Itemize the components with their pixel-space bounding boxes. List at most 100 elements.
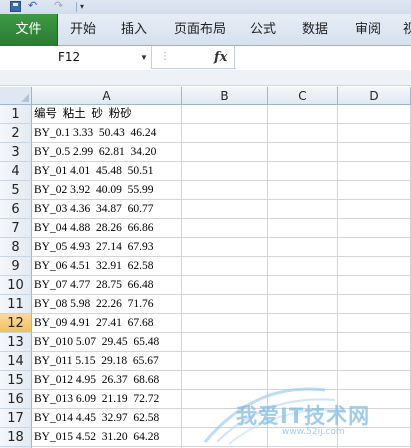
cell-c14[interactable] xyxy=(268,352,338,371)
cell-a5[interactable]: BY_02 3.92 40.09 55.99 xyxy=(32,181,182,200)
row-header-16[interactable]: 16 xyxy=(0,390,32,409)
cell-d5[interactable] xyxy=(338,181,411,200)
cell-a16[interactable]: BY_013 6.09 21.19 72.72 xyxy=(32,390,182,409)
cell-c13[interactable] xyxy=(268,333,338,352)
cell-b4[interactable] xyxy=(182,162,268,181)
cell-b1[interactable] xyxy=(182,105,268,124)
cell-c17[interactable] xyxy=(268,409,338,428)
row-header-18[interactable]: 18 xyxy=(0,428,32,447)
cell-a18[interactable]: BY_015 4.52 31.20 64.28 xyxy=(32,428,182,447)
formula-input[interactable] xyxy=(236,46,411,69)
row-header-15[interactable]: 15 xyxy=(0,371,32,390)
cell-a12[interactable]: BY_09 4.91 27.41 67.68 xyxy=(32,314,182,333)
cell-b14[interactable] xyxy=(182,352,268,371)
cell-c16[interactable] xyxy=(268,390,338,409)
row-header-9[interactable]: 9 xyxy=(0,257,32,276)
cell-d7[interactable] xyxy=(338,219,411,238)
row-header-4[interactable]: 4 xyxy=(0,162,32,181)
select-all-button[interactable] xyxy=(0,87,32,105)
cell-d1[interactable] xyxy=(338,105,411,124)
column-header-b[interactable]: B xyxy=(182,87,268,105)
cell-a3[interactable]: BY_0.5 2.99 62.81 34.20 xyxy=(32,143,182,162)
insert-function-icon[interactable]: fx xyxy=(214,46,227,69)
cell-d3[interactable] xyxy=(338,143,411,162)
cell-a4[interactable]: BY_01 4.01 45.48 50.51 xyxy=(32,162,182,181)
cell-a17[interactable]: BY_014 4.45 32.97 62.58 xyxy=(32,409,182,428)
cell-d13[interactable] xyxy=(338,333,411,352)
row-header-5[interactable]: 5 xyxy=(0,181,32,200)
tab-review[interactable]: 审阅 xyxy=(355,14,381,46)
undo-icon[interactable]: ↶ xyxy=(28,1,44,12)
cell-d9[interactable] xyxy=(338,257,411,276)
cell-c1[interactable] xyxy=(268,105,338,124)
cell-d14[interactable] xyxy=(338,352,411,371)
cell-c5[interactable] xyxy=(268,181,338,200)
cell-b17[interactable] xyxy=(182,409,268,428)
row-header-2[interactable]: 2 xyxy=(0,124,32,143)
cell-c6[interactable] xyxy=(268,200,338,219)
cell-b13[interactable] xyxy=(182,333,268,352)
cell-c8[interactable] xyxy=(268,238,338,257)
cell-d10[interactable] xyxy=(338,276,411,295)
cell-d18[interactable] xyxy=(338,428,411,447)
chevron-down-icon[interactable]: ▼ xyxy=(140,46,148,69)
cell-a13[interactable]: BY_010 5.07 29.45 65.48 xyxy=(32,333,182,352)
cell-d4[interactable] xyxy=(338,162,411,181)
row-header-17[interactable]: 17 xyxy=(0,409,32,428)
cell-c15[interactable] xyxy=(268,371,338,390)
cell-c3[interactable] xyxy=(268,143,338,162)
name-box[interactable]: F12 ▼ xyxy=(0,46,152,69)
row-header-3[interactable]: 3 xyxy=(0,143,32,162)
redo-icon[interactable]: ↷ xyxy=(54,1,72,12)
tab-data[interactable]: 数据 xyxy=(302,14,328,46)
cell-a8[interactable]: BY_05 4.93 27.14 67.93 xyxy=(32,238,182,257)
cell-c4[interactable] xyxy=(268,162,338,181)
customize-toolbar-icon[interactable]: ▾ xyxy=(80,1,90,12)
row-header-13[interactable]: 13 xyxy=(0,333,32,352)
cell-b3[interactable] xyxy=(182,143,268,162)
tab-page-layout[interactable]: 页面布局 xyxy=(174,14,226,46)
cell-a6[interactable]: BY_03 4.36 34.87 60.77 xyxy=(32,200,182,219)
row-header-12[interactable]: 12 xyxy=(0,314,32,333)
cell-b6[interactable] xyxy=(182,200,268,219)
row-header-10[interactable]: 10 xyxy=(0,276,32,295)
cell-b7[interactable] xyxy=(182,219,268,238)
cell-a11[interactable]: BY_08 5.98 22.26 71.76 xyxy=(32,295,182,314)
column-header-a[interactable]: A xyxy=(32,87,182,105)
cell-a14[interactable]: BY_011 5.15 29.18 65.67 xyxy=(32,352,182,371)
cell-b5[interactable] xyxy=(182,181,268,200)
cell-d15[interactable] xyxy=(338,371,411,390)
tab-file[interactable]: 文件 xyxy=(0,14,58,46)
cell-d12[interactable] xyxy=(338,314,411,333)
cell-a15[interactable]: BY_012 4.95 26.37 68.68 xyxy=(32,371,182,390)
cell-d8[interactable] xyxy=(338,238,411,257)
cell-d16[interactable] xyxy=(338,390,411,409)
cell-b2[interactable] xyxy=(182,124,268,143)
tab-insert[interactable]: 插入 xyxy=(121,14,147,46)
cell-b16[interactable] xyxy=(182,390,268,409)
column-header-d[interactable]: D xyxy=(338,87,411,105)
resize-handle-icon[interactable]: ⋮ xyxy=(160,50,170,64)
tab-formulas[interactable]: 公式 xyxy=(250,14,276,46)
tab-home[interactable]: 开始 xyxy=(70,14,96,46)
cell-c2[interactable] xyxy=(268,124,338,143)
cell-b12[interactable] xyxy=(182,314,268,333)
row-header-8[interactable]: 8 xyxy=(0,238,32,257)
row-header-6[interactable]: 6 xyxy=(0,200,32,219)
cell-a1[interactable]: 编号 粘土 砂 粉砂 xyxy=(32,105,182,124)
tab-view[interactable]: 视 xyxy=(403,14,411,46)
cell-d2[interactable] xyxy=(338,124,411,143)
worksheet-grid[interactable]: A B C D 1 编号 粘土 砂 粉砂 2 BY_0.1 3.33 50.43 46… xyxy=(0,87,411,448)
cell-b18[interactable] xyxy=(182,428,268,447)
cell-b9[interactable] xyxy=(182,257,268,276)
cell-c18[interactable] xyxy=(268,428,338,447)
cell-c7[interactable] xyxy=(268,219,338,238)
cell-a2[interactable]: BY_0.1 3.33 50.43 46.24 xyxy=(32,124,182,143)
cell-b8[interactable] xyxy=(182,238,268,257)
cell-b10[interactable] xyxy=(182,276,268,295)
column-header-c[interactable]: C xyxy=(268,87,338,105)
cell-a9[interactable]: BY_06 4.51 32.91 62.58 xyxy=(32,257,182,276)
cell-d11[interactable] xyxy=(338,295,411,314)
cell-c9[interactable] xyxy=(268,257,338,276)
cell-a10[interactable]: BY_07 4.77 28.75 66.48 xyxy=(32,276,182,295)
